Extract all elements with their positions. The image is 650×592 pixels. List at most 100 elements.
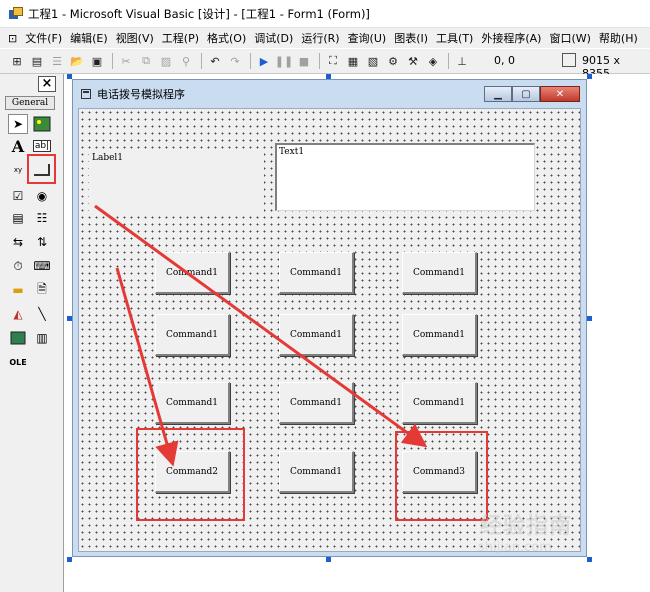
properties-window-icon[interactable]: ▦ <box>344 52 362 70</box>
toolbar-separator <box>201 53 202 69</box>
toolbar-separator <box>250 53 251 69</box>
resize-handle[interactable] <box>326 557 331 562</box>
pointer-tool-icon[interactable]: ➤ <box>8 114 28 134</box>
resize-handle[interactable] <box>587 557 592 562</box>
picturebox-glyph <box>33 116 51 132</box>
position-icon: ⊥ <box>457 54 467 68</box>
form-icon <box>81 89 91 99</box>
copy-icon[interactable]: ⧉ <box>137 52 155 70</box>
filelistbox-tool-icon[interactable]: 🗎 <box>32 280 52 300</box>
ole-tool-icon[interactable]: OLE <box>8 352 28 372</box>
resize-handle[interactable] <box>587 316 592 321</box>
label-tool-icon[interactable]: A <box>8 136 28 156</box>
shape-tool-icon[interactable]: ◭ <box>8 304 28 324</box>
form-title-bar[interactable]: 电话拨号模拟程序 ▁ ▢ ✕ <box>73 80 586 108</box>
dirlistbox-tool-icon[interactable]: ▬ <box>8 280 28 300</box>
toolbar-separator <box>319 53 320 69</box>
menu-window[interactable]: 窗口(W) <box>545 30 594 46</box>
form-title: 电话拨号模拟程序 <box>97 88 185 101</box>
command-button[interactable]: Command1 <box>279 314 354 356</box>
hscrollbar-tool-icon[interactable]: ⇆ <box>8 232 28 252</box>
open-icon[interactable]: 📂 <box>68 52 86 70</box>
command-button[interactable]: Command1 <box>279 451 354 493</box>
listbox-tool-icon[interactable]: ☷ <box>32 208 52 228</box>
menu-format[interactable]: 格式(O) <box>203 30 250 46</box>
command-button[interactable]: Command1 <box>155 382 230 424</box>
checkbox-tool-icon[interactable]: ☑ <box>8 186 28 206</box>
menu-addins[interactable]: 外接程序(A) <box>477 30 545 46</box>
vscrollbar-tool-icon[interactable]: ⇅ <box>32 232 52 252</box>
frame-tool-icon[interactable]: xy <box>8 160 28 180</box>
command2-button[interactable]: Command2 <box>155 451 230 493</box>
label1-control[interactable]: Label1 <box>89 149 264 213</box>
menu-view[interactable]: 视图(V) <box>112 30 158 46</box>
line-tool-icon[interactable]: ╲ <box>32 304 52 324</box>
menu-help[interactable]: 帮助(H) <box>595 30 642 46</box>
system-menu-icon[interactable]: ⊡ <box>6 32 21 45</box>
position-readout: 0, 0 <box>494 54 515 67</box>
toolbox-icon[interactable]: ⚒ <box>404 52 422 70</box>
timer-tool-icon[interactable]: ⏱ <box>8 256 28 276</box>
data-tool-icon[interactable]: ▥ <box>32 328 52 348</box>
menu-bar: ⊡ 文件(F) 编辑(E) 视图(V) 工程(P) 格式(O) 调试(D) 运行… <box>0 28 650 48</box>
minimize-icon[interactable]: ▁ <box>484 86 512 102</box>
paste-icon[interactable]: ▨ <box>157 52 175 70</box>
toolbar-separator <box>448 53 449 69</box>
watermark-logo-text: 经验指南 <box>480 514 573 539</box>
object-browser-icon[interactable]: ⚙ <box>384 52 402 70</box>
command-button[interactable]: Command1 <box>279 382 354 424</box>
command-button[interactable]: Command1 <box>155 314 230 356</box>
textbox-tool-icon[interactable]: ab| <box>32 136 52 156</box>
command-button[interactable]: Command1 <box>402 252 477 294</box>
command-button[interactable]: Command1 <box>155 252 230 294</box>
toolbox-panel: × General ➤ A ab| xy ☑ ◉ ▤ ☷ ⇆ ⇅ ⏱ ⌨ ▬ 🗎… <box>0 74 64 592</box>
vb-project-icon <box>8 6 23 21</box>
redo-icon[interactable]: ↷ <box>226 52 244 70</box>
optionbutton-tool-icon[interactable]: ◉ <box>32 186 52 206</box>
maximize-icon[interactable]: ▢ <box>512 86 540 102</box>
command3-button[interactable]: Command3 <box>402 451 477 493</box>
combobox-tool-icon[interactable]: ▤ <box>8 208 28 228</box>
drivelistbox-tool-icon[interactable]: ⌨ <box>32 256 52 276</box>
text1-control[interactable]: Text1 <box>275 143 535 211</box>
toolbox-tab-general[interactable]: General <box>5 96 55 110</box>
form1-window[interactable]: 电话拨号模拟程序 ▁ ▢ ✕ Label1 Text1 Command1 Com… <box>72 79 587 557</box>
resize-handle[interactable] <box>67 557 72 562</box>
command-button[interactable]: Command1 <box>279 252 354 294</box>
image-glyph <box>10 331 26 345</box>
menu-diagram[interactable]: 图表(I) <box>390 30 432 46</box>
menu-edit[interactable]: 编辑(E) <box>66 30 112 46</box>
end-icon[interactable]: ■ <box>295 52 313 70</box>
menu-tools[interactable]: 工具(T) <box>432 30 477 46</box>
picturebox-tool-icon[interactable] <box>32 114 52 134</box>
standard-toolbar: ⊞ ▤ ☰ 📂 ▣ ✂ ⧉ ▨ ⚲ ↶ ↷ ▶ ❚❚ ■ ⛶ ▦ ▧ ⚙ ⚒ ◈… <box>0 48 650 74</box>
image-tool-icon[interactable] <box>8 328 28 348</box>
command-button[interactable]: Command1 <box>402 382 477 424</box>
add-form-icon[interactable]: ▤ <box>28 52 46 70</box>
size-icon <box>562 53 576 67</box>
save-icon[interactable]: ▣ <box>88 52 106 70</box>
project-explorer-icon[interactable]: ⛶ <box>324 52 342 70</box>
toolbox-close-icon[interactable]: × <box>38 76 56 92</box>
add-project-icon[interactable]: ⊞ <box>8 52 26 70</box>
window-title: 工程1 - Microsoft Visual Basic [设计] - [工程1… <box>28 6 370 21</box>
form-client-area[interactable]: Label1 Text1 Command1 Command1 Command1 … <box>78 108 581 552</box>
close-icon[interactable]: ✕ <box>540 86 580 102</box>
window-title-bar: 工程1 - Microsoft Visual Basic [设计] - [工程1… <box>0 0 650 28</box>
cut-icon[interactable]: ✂ <box>117 52 135 70</box>
menu-run[interactable]: 运行(R) <box>297 30 343 46</box>
menu-debug[interactable]: 调试(D) <box>250 30 297 46</box>
undo-icon[interactable]: ↶ <box>206 52 224 70</box>
command-button[interactable]: Command1 <box>402 314 477 356</box>
menu-file[interactable]: 文件(F) <box>21 30 66 46</box>
menu-editor-icon[interactable]: ☰ <box>48 52 66 70</box>
form-layout-icon[interactable]: ▧ <box>364 52 382 70</box>
break-icon[interactable]: ❚❚ <box>275 52 293 70</box>
data-view-icon[interactable]: ◈ <box>424 52 442 70</box>
menu-query[interactable]: 查询(U) <box>344 30 391 46</box>
menu-project[interactable]: 工程(P) <box>158 30 203 46</box>
resize-handle[interactable] <box>587 74 592 79</box>
start-icon[interactable]: ▶ <box>255 52 273 70</box>
watermark-url-text: shijian.com <box>478 540 552 555</box>
find-icon[interactable]: ⚲ <box>177 52 195 70</box>
